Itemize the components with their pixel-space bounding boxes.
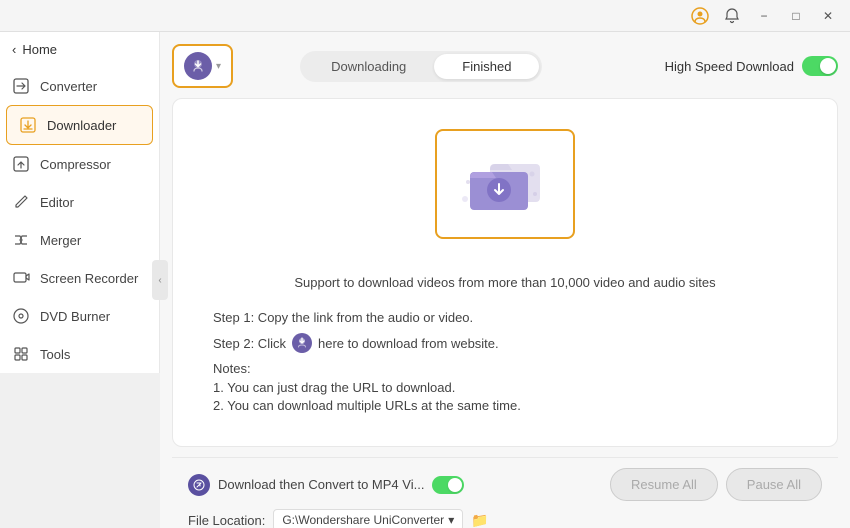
- step2-icon: [292, 333, 312, 353]
- content-area: Support to download videos from more tha…: [172, 98, 838, 447]
- sidebar-item-compressor-label: Compressor: [40, 157, 111, 172]
- high-speed-toggle[interactable]: [802, 56, 838, 76]
- step2-pre: Step 2: Click: [213, 336, 286, 351]
- high-speed-toggle-area: High Speed Download: [665, 56, 838, 76]
- sidebar-item-converter[interactable]: Converter: [0, 67, 159, 105]
- screen-recorder-icon: [12, 269, 30, 287]
- sidebar: ‹ Home Converter: [0, 32, 160, 373]
- folder-icon-container: [435, 129, 575, 239]
- compressor-icon: [12, 155, 30, 173]
- close-button[interactable]: ✕: [814, 2, 842, 30]
- sidebar-item-merger-label: Merger: [40, 233, 81, 248]
- file-location-row: File Location: G:\Wondershare UniConvert…: [188, 509, 822, 528]
- app-body: ‹ Home Converter: [0, 32, 850, 528]
- high-speed-label: High Speed Download: [665, 59, 794, 74]
- back-button[interactable]: ‹ Home: [0, 32, 159, 67]
- file-path-value: G:\Wondershare UniConverter: [282, 513, 444, 527]
- sidebar-item-dvd-burner-label: DVD Burner: [40, 309, 110, 324]
- sidebar-item-downloader[interactable]: Downloader: [6, 105, 153, 145]
- maximize-button[interactable]: □: [782, 2, 810, 30]
- convert-toggle-knob: [448, 478, 462, 492]
- step1: Step 1: Copy the link from the audio or …: [213, 310, 797, 325]
- converter-icon: [12, 77, 30, 95]
- sidebar-item-tools-label: Tools: [40, 347, 70, 362]
- file-path-dropdown-icon[interactable]: ▾: [448, 513, 454, 527]
- titlebar-controls: − □ ✕: [686, 2, 842, 30]
- tab-downloading[interactable]: Downloading: [303, 54, 434, 79]
- download-btn-icon: [184, 52, 212, 80]
- toolbar: ▾ Downloading Finished High Speed Downlo…: [172, 44, 838, 88]
- pause-all-button[interactable]: Pause All: [726, 468, 822, 501]
- sidebar-item-dvd-burner[interactable]: DVD Burner: [0, 297, 159, 335]
- notes-title: Notes:: [213, 361, 797, 376]
- sidebar-item-merger[interactable]: Merger: [0, 221, 159, 259]
- bottom-bar: Download then Convert to MP4 Vi... Resum…: [172, 457, 838, 528]
- file-location-label: File Location:: [188, 513, 265, 528]
- tab-finished[interactable]: Finished: [434, 54, 539, 79]
- convert-label: Download then Convert to MP4 Vi...: [218, 477, 424, 492]
- download-button[interactable]: ▾: [172, 44, 233, 88]
- minimize-button[interactable]: −: [750, 2, 778, 30]
- step1-text: Step 1: Copy the link from the audio or …: [213, 310, 473, 325]
- folder-open-icon[interactable]: 📁: [471, 512, 488, 528]
- dvd-burner-icon: [12, 307, 30, 325]
- sidebar-wrapper: ‹ Home Converter: [0, 32, 160, 528]
- notes: Notes: 1. You can just drag the URL to d…: [213, 361, 797, 413]
- download-btn-arrow-icon: ▾: [216, 61, 221, 72]
- sidebar-item-screen-recorder-label: Screen Recorder: [40, 271, 138, 286]
- instructions: Step 1: Copy the link from the audio or …: [213, 310, 797, 416]
- bell-icon[interactable]: [718, 2, 746, 30]
- main-content: ▾ Downloading Finished High Speed Downlo…: [160, 32, 850, 528]
- sidebar-item-tools[interactable]: Tools: [0, 335, 159, 373]
- tools-icon: [12, 345, 30, 363]
- sidebar-item-screen-recorder[interactable]: Screen Recorder: [0, 259, 159, 297]
- file-path[interactable]: G:\Wondershare UniConverter ▾: [273, 509, 463, 528]
- resume-all-button[interactable]: Resume All: [610, 468, 718, 501]
- convert-toggle-row: Download then Convert to MP4 Vi...: [188, 474, 464, 496]
- profile-icon[interactable]: [686, 2, 714, 30]
- bottom-row-1: Download then Convert to MP4 Vi... Resum…: [188, 468, 822, 501]
- editor-icon: [12, 193, 30, 211]
- step2-post: here to download from website.: [318, 336, 499, 351]
- note1: 1. You can just drag the URL to download…: [213, 380, 797, 395]
- note2: 2. You can download multiple URLs at the…: [213, 398, 797, 413]
- toggle-knob: [820, 58, 836, 74]
- convert-toggle[interactable]: [432, 476, 464, 494]
- sidebar-item-editor[interactable]: Editor: [0, 183, 159, 221]
- convert-icon: [188, 474, 210, 496]
- sidebar-item-converter-label: Converter: [40, 79, 97, 94]
- titlebar: − □ ✕: [0, 0, 850, 32]
- step2: Step 2: Click here to download from webs…: [213, 333, 797, 353]
- back-label: Home: [22, 42, 57, 57]
- support-text: Support to download videos from more tha…: [294, 275, 715, 290]
- action-buttons: Resume All Pause All: [610, 468, 822, 501]
- sidebar-item-compressor[interactable]: Compressor: [0, 145, 159, 183]
- back-chevron-icon: ‹: [12, 42, 16, 57]
- sidebar-collapse-button[interactable]: ‹: [152, 260, 168, 300]
- merger-icon: [12, 231, 30, 249]
- tabs: Downloading Finished: [300, 51, 542, 82]
- folder-illustration: [435, 129, 575, 255]
- sidebar-item-downloader-label: Downloader: [47, 118, 116, 133]
- sidebar-item-editor-label: Editor: [40, 195, 74, 210]
- downloader-icon: [19, 116, 37, 134]
